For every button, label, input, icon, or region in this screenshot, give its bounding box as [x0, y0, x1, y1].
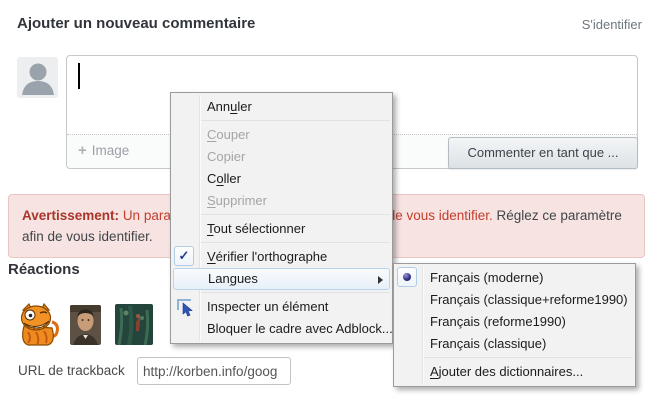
comment-submit-button[interactable]: Commenter en tant que ...	[448, 137, 638, 169]
menu-separator	[201, 120, 390, 121]
context-menu: Annuler Couper Copier Coller Supprimer Tout s…	[170, 92, 393, 344]
menu-item-label: Supprimer	[207, 193, 267, 208]
trackback-label: URL de trackback	[18, 363, 125, 378]
menu-item-label: Vérifier l'orthographe	[207, 249, 327, 264]
menu-item-label: Inspecter un élément	[207, 299, 328, 314]
submenu-item-francais-moderne[interactable]: Français (moderne)	[394, 267, 635, 289]
submenu-item-francais-classique-reforme1990[interactable]: Français (classique+reforme1990)	[394, 289, 635, 311]
forest-avatar[interactable]	[115, 304, 153, 345]
plus-icon: +	[78, 142, 87, 159]
menu-item-label: Français (reforme1990)	[430, 314, 566, 329]
text-caret	[78, 63, 80, 89]
menu-item-supprimer[interactable]: Supprimer	[171, 190, 392, 212]
inspect-element-icon	[175, 297, 195, 317]
commenter-avatar	[17, 57, 58, 98]
add-image-label: Image	[92, 143, 130, 158]
menu-item-label: Tout sélectionner	[207, 221, 305, 236]
trackback-url-input[interactable]	[137, 357, 291, 385]
menu-item-label: Copier	[207, 149, 245, 164]
menu-item-tout-selectionner[interactable]: Tout sélectionner	[171, 218, 392, 240]
menu-item-verifier-l-orthographe[interactable]: ✓ Vérifier l'orthographe	[171, 246, 392, 268]
menu-item-copier[interactable]: Copier	[171, 146, 392, 168]
radio-dot-icon	[403, 273, 411, 281]
menu-item-label: Ajouter des dictionnaires...	[430, 364, 583, 379]
menu-separator	[201, 214, 390, 215]
submenu-item-francais-classique[interactable]: Français (classique)	[394, 333, 635, 355]
menu-item-couper[interactable]: Couper	[171, 124, 392, 146]
menu-item-annuler[interactable]: Annuler	[171, 96, 392, 118]
radio-selected-icon	[397, 267, 417, 287]
menu-item-label: Langues	[208, 271, 258, 286]
comment-page: Ajouter un nouveau commentaire S'identif…	[0, 0, 659, 402]
submenu-arrow-icon	[378, 276, 383, 284]
menu-item-label: Français (classique+reforme1990)	[430, 292, 628, 307]
menu-item-label: Français (moderne)	[430, 270, 543, 285]
add-image-button[interactable]: + Image	[78, 142, 129, 159]
menu-item-label: Couper	[207, 127, 250, 142]
man-avatar[interactable]	[70, 305, 101, 345]
cat-avatar[interactable]	[16, 302, 60, 348]
signin-link[interactable]: S'identifier	[582, 17, 642, 32]
checkmark-icon: ✓	[174, 246, 194, 266]
page-title: Ajouter un nouveau commentaire	[17, 15, 255, 32]
person-silhouette-icon	[17, 57, 58, 98]
submenu-item-francais-reforme1990[interactable]: Français (reforme1990)	[394, 311, 635, 333]
menu-separator	[424, 357, 633, 358]
reactions-heading: Réactions	[8, 261, 80, 278]
menu-item-label: Bloquer le cadre avec Adblock...	[207, 321, 393, 336]
language-submenu: Français (moderne) Français (classique+re…	[393, 263, 636, 387]
menu-separator	[201, 242, 390, 243]
menu-item-bloquer-le-cadre-avec-adblock[interactable]: Bloquer le cadre avec Adblock...	[171, 318, 392, 340]
menu-item-langues[interactable]: Langues	[173, 268, 390, 290]
menu-item-label: Français (classique)	[430, 336, 546, 351]
menu-item-label: Annuler	[207, 99, 252, 114]
menu-item-inspecter-un-element[interactable]: Inspecter un élément	[171, 296, 392, 318]
menu-item-label: Coller	[207, 171, 241, 186]
menu-item-coller[interactable]: Coller	[171, 168, 392, 190]
menu-separator	[201, 292, 390, 293]
warning-label: Avertissement:	[22, 208, 119, 223]
submenu-item-ajouter-des-dictionnaires[interactable]: Ajouter des dictionnaires...	[394, 361, 635, 383]
